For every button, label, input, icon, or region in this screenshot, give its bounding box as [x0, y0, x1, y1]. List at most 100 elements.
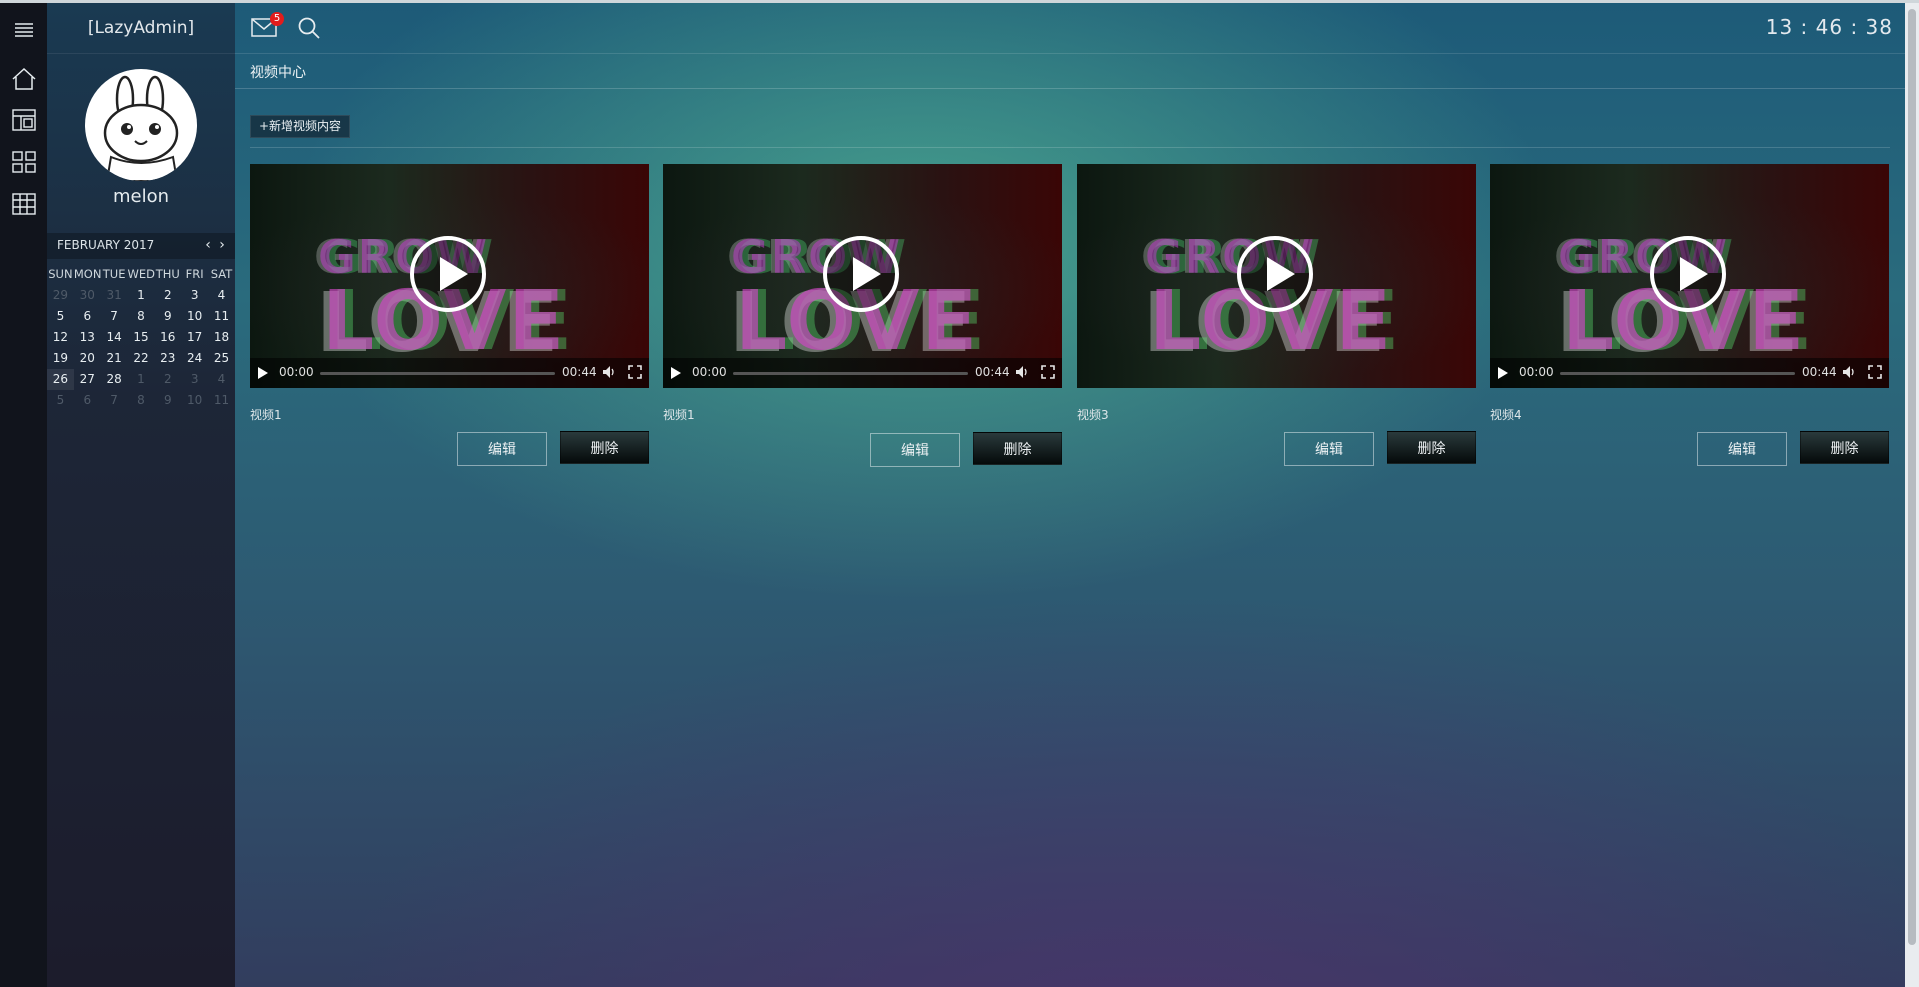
calendar-day[interactable]: 10 — [181, 390, 208, 411]
volume-icon[interactable] — [1015, 365, 1029, 379]
top-header: 5 13 : 46 : 38 — [235, 3, 1905, 54]
layout-icon[interactable] — [0, 100, 47, 140]
calendar-day[interactable]: 24 — [181, 348, 208, 369]
seek-bar[interactable] — [320, 372, 555, 375]
video-player[interactable]: GROW LOVE 00:00 00:44 — [250, 164, 649, 388]
calendar-day[interactable]: 31 — [101, 285, 128, 306]
avatar[interactable] — [85, 69, 197, 181]
current-time: 00:00 — [1519, 365, 1554, 379]
video-title: 视频1 — [250, 408, 282, 422]
home-icon[interactable] — [0, 59, 47, 99]
calendar-week: 5 6 7 8 9 10 11 — [47, 306, 235, 327]
scrollbar[interactable] — [1905, 3, 1919, 987]
play-overlay-icon[interactable] — [410, 236, 486, 312]
edit-button[interactable]: 编辑 — [457, 432, 547, 466]
fullscreen-icon[interactable] — [628, 365, 642, 379]
calendar-day[interactable]: 23 — [154, 348, 181, 369]
calendar-day[interactable]: 27 — [74, 369, 101, 390]
delete-button[interactable]: 删除 — [1800, 431, 1889, 464]
calendar-day[interactable]: 1 — [128, 369, 155, 390]
video-player[interactable]: GROW LOVE 00:00 00:44 — [1490, 164, 1889, 388]
calendar-day[interactable]: 4 — [208, 285, 235, 306]
calendar-day[interactable]: 7 — [101, 390, 128, 411]
calendar-day[interactable]: 9 — [154, 306, 181, 327]
breadcrumb: 视频中心 — [235, 54, 1905, 89]
video-player[interactable]: GROW LOVE — [1077, 164, 1476, 388]
seek-bar[interactable] — [733, 372, 968, 375]
volume-icon[interactable] — [1842, 365, 1856, 379]
delete-button[interactable]: 删除 — [1387, 431, 1476, 464]
calendar-day[interactable]: 11 — [208, 390, 235, 411]
calendar-day[interactable]: 13 — [74, 327, 101, 348]
video-title: 视频1 — [663, 408, 695, 422]
calendar-day[interactable]: 28 — [101, 369, 128, 390]
sidebar: [LazyAdmin] melon FEBRUARY 2017 ‹ › SUN … — [47, 3, 235, 987]
calendar-day[interactable]: 9 — [154, 390, 181, 411]
play-icon[interactable] — [1498, 367, 1508, 379]
play-icon[interactable] — [671, 367, 681, 379]
fullscreen-icon[interactable] — [1868, 365, 1882, 379]
chevron-right-icon[interactable]: › — [215, 236, 229, 254]
calendar-day[interactable]: 30 — [74, 285, 101, 306]
video-card: GROW LOVE 00:00 00:44 视频1 编辑 删除 — [663, 164, 1062, 467]
calendar-day[interactable]: 8 — [128, 390, 155, 411]
page-title: 视频中心 — [250, 65, 306, 81]
calendar-day[interactable]: 25 — [208, 348, 235, 369]
video-card: GROW LOVE 00:00 00:44 视频1 编辑 删除 — [250, 164, 649, 466]
edit-button[interactable]: 编辑 — [1284, 432, 1374, 466]
calendar-day[interactable]: 2 — [154, 369, 181, 390]
calendar-day[interactable]: 6 — [74, 306, 101, 327]
calendar-day-today[interactable]: 26 — [47, 369, 74, 390]
add-video-button[interactable]: +新增视频内容 — [250, 115, 351, 138]
calendar-day[interactable]: 3 — [181, 369, 208, 390]
search-icon[interactable] — [297, 16, 321, 40]
calendar-day[interactable]: 19 — [47, 348, 74, 369]
calendar-day[interactable]: 10 — [181, 306, 208, 327]
scrollbar-thumb[interactable] — [1908, 9, 1916, 945]
calendar-day[interactable]: 16 — [154, 327, 181, 348]
calendar-day[interactable]: 12 — [47, 327, 74, 348]
calendar-day[interactable]: 14 — [101, 327, 128, 348]
play-overlay-icon[interactable] — [823, 236, 899, 312]
fullscreen-icon[interactable] — [1041, 365, 1055, 379]
calendar-day[interactable]: 15 — [128, 327, 155, 348]
brand-title[interactable]: [LazyAdmin] — [47, 3, 235, 54]
clock: 13 : 46 : 38 — [1765, 15, 1893, 39]
calendar-day[interactable]: 6 — [74, 390, 101, 411]
calendar-day[interactable]: 1 — [128, 285, 155, 306]
seek-bar[interactable] — [1560, 372, 1795, 375]
video-title: 视频4 — [1490, 408, 1522, 422]
video-controls: 00:00 00:44 — [663, 358, 1062, 388]
video-player[interactable]: GROW LOVE 00:00 00:44 — [663, 164, 1062, 388]
play-icon[interactable] — [258, 367, 268, 379]
weekday-label: MON — [73, 267, 102, 281]
weekday-label: THU — [155, 267, 180, 281]
calendar-day[interactable]: 21 — [101, 348, 128, 369]
delete-button[interactable]: 删除 — [560, 431, 649, 464]
play-overlay-icon[interactable] — [1237, 236, 1313, 312]
hamburger-icon[interactable] — [0, 10, 47, 50]
grid-icon[interactable] — [0, 142, 47, 182]
calendar-day[interactable]: 5 — [47, 390, 74, 411]
volume-icon[interactable] — [602, 365, 616, 379]
calendar-day[interactable]: 11 — [208, 306, 235, 327]
calendar-day[interactable]: 18 — [208, 327, 235, 348]
delete-button[interactable]: 删除 — [973, 432, 1062, 465]
edit-button[interactable]: 编辑 — [870, 433, 960, 467]
calendar-day[interactable]: 17 — [181, 327, 208, 348]
video-card: GROW LOVE 00:00 00:44 视频4 编辑 删除 — [1490, 164, 1889, 466]
edit-button[interactable]: 编辑 — [1697, 432, 1787, 466]
chevron-left-icon[interactable]: ‹ — [201, 236, 215, 254]
calendar-day[interactable]: 29 — [47, 285, 74, 306]
play-overlay-icon[interactable] — [1650, 236, 1726, 312]
table-icon[interactable] — [0, 184, 47, 224]
calendar-day[interactable]: 22 — [128, 348, 155, 369]
calendar-day[interactable]: 5 — [47, 306, 74, 327]
calendar-day[interactable]: 2 — [154, 285, 181, 306]
calendar-day[interactable]: 7 — [101, 306, 128, 327]
calendar-day[interactable]: 4 — [208, 369, 235, 390]
calendar-day[interactable]: 8 — [128, 306, 155, 327]
calendar-day[interactable]: 20 — [74, 348, 101, 369]
calendar-week: 5 6 7 8 9 10 11 — [47, 390, 235, 411]
calendar-day[interactable]: 3 — [181, 285, 208, 306]
